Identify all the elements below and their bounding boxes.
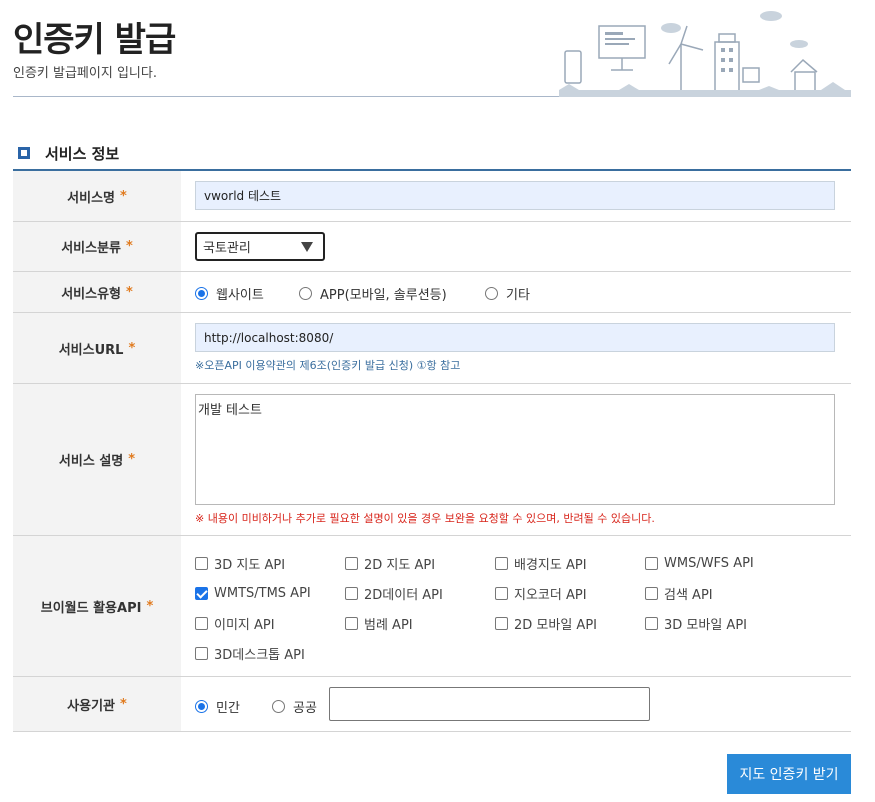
radio-icon[interactable]	[485, 287, 498, 300]
checkbox-checked-icon[interactable]	[195, 586, 208, 600]
row-service-type: 서비스유형 * 웹사이트 APP(모바일, 솔루션등) 기타	[13, 272, 851, 313]
row-label: 서비스명 *	[13, 171, 181, 221]
service-type-option-web[interactable]: 웹사이트	[195, 284, 299, 303]
page-title: 인증키 발급	[13, 20, 176, 60]
checkbox-icon[interactable]	[195, 616, 208, 630]
service-description-warning: ※ 내용이 미비하거나 추가로 필요한 설명이 있을 경우 보완을 요청할 수 …	[195, 512, 655, 525]
api-checkbox-wmts-tms[interactable]: WMTS/TMS API	[195, 578, 345, 608]
checkbox-icon[interactable]	[645, 556, 658, 570]
required-mark: *	[120, 696, 127, 712]
api-checkbox-legend[interactable]: 범례 API	[345, 608, 495, 638]
service-name-input[interactable]: vworld 테스트	[195, 181, 835, 210]
checkbox-icon[interactable]	[645, 616, 658, 630]
triangle-down-icon	[301, 242, 313, 252]
row-label: 서비스URL *	[13, 313, 181, 383]
api-checkbox-base-map[interactable]: 배경지도 API	[495, 548, 645, 578]
service-type-radio-group: 웹사이트 APP(모바일, 솔루션등) 기타	[195, 284, 530, 303]
checkbox-icon[interactable]	[345, 616, 358, 630]
service-url-input[interactable]: http://localhost:8080/	[195, 323, 835, 352]
checkbox-icon[interactable]	[495, 616, 508, 630]
checkbox-icon[interactable]	[645, 586, 658, 600]
checkbox-icon[interactable]	[345, 556, 358, 570]
api-checkbox-3d-mobile[interactable]: 3D 모바일 API	[645, 608, 795, 638]
service-category-select[interactable]: 국토관리	[195, 232, 325, 261]
row-label: 서비스 설명 *	[13, 384, 181, 535]
radio-icon[interactable]	[299, 287, 312, 300]
row-label: 서비스분류 *	[13, 222, 181, 271]
row-service-description: 서비스 설명 * 개발 테스트 ※ 내용이 미비하거나 추가로 필요한 설명이 있…	[13, 384, 851, 536]
checkbox-icon[interactable]	[195, 646, 208, 660]
organization-name-input[interactable]	[329, 687, 650, 721]
service-form: 서비스명 * vworld 테스트 서비스분류 * 국토관리 서비스유형 * 웹사이트	[13, 171, 851, 732]
api-checkbox-3d-desktop[interactable]: 3D데스크톱 API	[195, 638, 345, 668]
required-mark: *	[126, 239, 133, 254]
required-mark: *	[128, 340, 136, 356]
api-checkbox-2d-data[interactable]: 2D데이터 API	[345, 578, 495, 608]
row-label: 브이월드 활용API *	[13, 536, 181, 676]
section-title: 서비스 정보	[45, 145, 120, 163]
city-illustration-icon	[559, 11, 851, 97]
api-checkbox-image[interactable]: 이미지 API	[195, 608, 345, 638]
organization-option-public[interactable]: 공공	[272, 697, 317, 716]
service-category-value: 국토관리	[203, 241, 251, 256]
radio-checked-icon[interactable]	[195, 287, 208, 300]
service-description-textarea[interactable]: 개발 테스트	[195, 394, 835, 505]
radio-icon[interactable]	[272, 700, 285, 713]
required-mark: *	[128, 452, 136, 467]
required-mark: *	[120, 188, 127, 204]
row-label: 사용기관 *	[13, 677, 181, 731]
row-service-name: 서비스명 * vworld 테스트	[13, 171, 851, 222]
service-type-option-etc[interactable]: 기타	[485, 284, 530, 303]
api-checkbox-wms-wfs[interactable]: WMS/WFS API	[645, 548, 795, 578]
checkbox-icon[interactable]	[495, 586, 508, 600]
section-bullet-icon	[18, 147, 30, 159]
get-map-key-button[interactable]: 지도 인증키 받기	[727, 754, 851, 794]
row-label: 서비스유형 *	[13, 272, 181, 312]
required-mark: *	[146, 598, 154, 614]
radio-checked-icon[interactable]	[195, 700, 208, 713]
row-organization: 사용기관 * 민간 공공	[13, 677, 851, 732]
api-checkbox-search[interactable]: 검색 API	[645, 578, 795, 608]
api-checkbox-3d-map[interactable]: 3D 지도 API	[195, 548, 345, 578]
section-header: 서비스 정보	[13, 138, 851, 171]
service-type-option-app[interactable]: APP(모바일, 솔루션등)	[299, 284, 485, 303]
row-service-url: 서비스URL * http://localhost:8080/ ※오픈API 이용…	[13, 313, 851, 384]
page-description: 인증키 발급페이지 입니다.	[13, 66, 157, 81]
api-checkbox-2d-mobile[interactable]: 2D 모바일 API	[495, 608, 645, 638]
page-header: 인증키 발급 인증키 발급페이지 입니다.	[13, 0, 851, 97]
row-service-category: 서비스분류 * 국토관리	[13, 222, 851, 272]
api-checkbox-grid: 3D 지도 API 2D 지도 API 배경지도 API WMS/WFS API…	[195, 548, 795, 668]
required-mark: *	[126, 284, 133, 300]
api-checkbox-2d-map[interactable]: 2D 지도 API	[345, 548, 495, 578]
api-checkbox-geocoder[interactable]: 지오코더 API	[495, 578, 645, 608]
row-vworld-apis: 브이월드 활용API * 3D 지도 API 2D 지도 API 배경지도 API…	[13, 536, 851, 677]
checkbox-icon[interactable]	[495, 556, 508, 570]
organization-option-private[interactable]: 민간	[195, 697, 272, 716]
checkbox-icon[interactable]	[345, 586, 358, 600]
checkbox-icon[interactable]	[195, 556, 208, 570]
organization-radio-group: 민간 공공	[195, 697, 317, 716]
service-url-hint: ※오픈API 이용약관의 제6조(인증키 발급 신청) ①항 참고	[195, 359, 461, 372]
